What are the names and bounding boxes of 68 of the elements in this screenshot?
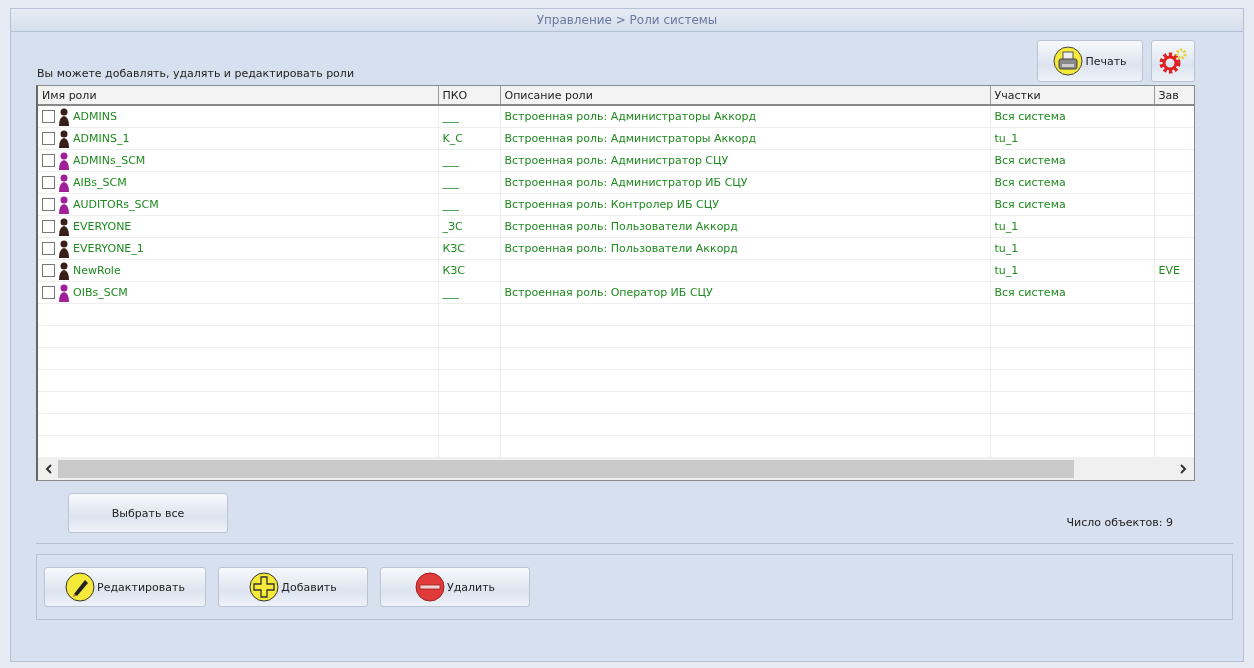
table-cell: K_C xyxy=(442,132,463,145)
add-button[interactable]: Добавить xyxy=(218,567,368,607)
table-cell: Вся система xyxy=(994,154,1066,167)
table-cell: Вся система xyxy=(994,286,1066,299)
role-name: ADMINS xyxy=(73,110,117,123)
object-count: Число объектов: 9 xyxy=(1066,514,1173,529)
table-cell: _ЗС xyxy=(442,220,463,233)
table-cell: tu_1 xyxy=(994,220,1019,233)
column-header[interactable]: ПКО xyxy=(438,86,500,105)
table-cell: ___ xyxy=(442,154,459,167)
column-header[interactable]: Описание роли xyxy=(500,86,990,105)
checkbox[interactable] xyxy=(42,198,55,211)
plus-icon xyxy=(249,572,280,602)
table-cell: Встроенная роль: Пользователи Аккорд xyxy=(504,242,738,255)
delete-button[interactable]: Удалить xyxy=(380,567,530,607)
checkbox[interactable] xyxy=(42,110,55,123)
checkbox[interactable] xyxy=(42,286,55,299)
table-cell: ___ xyxy=(442,198,459,211)
checkbox[interactable] xyxy=(42,176,55,189)
table-cell: ___ xyxy=(442,176,459,189)
printer-icon xyxy=(1053,46,1084,76)
table-cell: Вся система xyxy=(994,198,1066,211)
checkbox[interactable] xyxy=(42,242,55,255)
role-name: AIBs_SCM xyxy=(73,176,127,189)
role-name: EVERYONE xyxy=(73,220,132,233)
checkbox[interactable] xyxy=(42,154,55,167)
scroll-right-icon[interactable] xyxy=(1178,463,1188,475)
table-cell: Встроенная роль: Администратор ИБ СЦУ xyxy=(504,176,748,189)
minus-icon xyxy=(414,572,445,602)
table-cell: Вся система xyxy=(994,110,1066,123)
table-cell: КЗС xyxy=(442,264,466,277)
settings-icon xyxy=(1158,47,1188,75)
column-header[interactable]: Имя роли xyxy=(38,86,438,105)
table-cell: Встроенная роль: Пользователи Аккорд xyxy=(504,220,738,233)
table-cell: ___ xyxy=(442,286,459,299)
table-cell: Встроенная роль: Оператор ИБ СЦУ xyxy=(504,286,713,299)
table-cell: Встроенная роль: Администраторы Аккорд xyxy=(504,132,757,145)
hint-text: Вы можете добавлять, удалять и редактировать роли xyxy=(37,67,355,82)
breadcrumb: Управление > Роли системы xyxy=(536,13,718,27)
role-name: EVERYONE_1 xyxy=(73,242,144,255)
settings-button[interactable] xyxy=(1151,40,1195,82)
horizontal-scrollbar[interactable] xyxy=(38,458,1194,480)
role-name: AUDITORs_SCM xyxy=(73,198,159,211)
role-name: ADMINS_1 xyxy=(73,132,130,145)
table-cell: tu_1 xyxy=(994,242,1019,255)
table-cell: Встроенная роль: Администратор СЦУ xyxy=(504,154,729,167)
role-name: NewRole xyxy=(73,264,121,277)
role-name: ADMINs_SCM xyxy=(73,154,146,167)
column-header[interactable]: Зав xyxy=(1154,86,1194,105)
scroll-left-icon[interactable] xyxy=(44,463,54,475)
edit-button[interactable]: Редактировать xyxy=(44,567,206,607)
column-header[interactable]: Участки xyxy=(990,86,1154,105)
table-cell: ___ xyxy=(442,110,459,123)
table-cell: Встроенная роль: Администраторы Аккорд xyxy=(504,110,757,123)
checkbox[interactable] xyxy=(42,132,55,145)
table-cell: tu_1 xyxy=(994,132,1019,145)
table-cell: КЗС xyxy=(442,242,466,255)
role-name: OIBs_SCM xyxy=(73,286,128,299)
table-cell: Встроенная роль: Контролер ИБ СЦУ xyxy=(504,198,719,211)
table-cell: EVE xyxy=(1158,264,1180,277)
scrollbar-thumb[interactable] xyxy=(58,460,1074,478)
print-button[interactable]: Печать xyxy=(1037,40,1143,82)
table-cell: tu_1 xyxy=(994,264,1019,277)
table-cell: Вся система xyxy=(994,176,1066,189)
checkbox[interactable] xyxy=(42,220,55,233)
select-all-button[interactable]: Выбрать все xyxy=(68,493,228,533)
pen-icon xyxy=(65,572,96,602)
checkbox[interactable] xyxy=(42,264,55,277)
